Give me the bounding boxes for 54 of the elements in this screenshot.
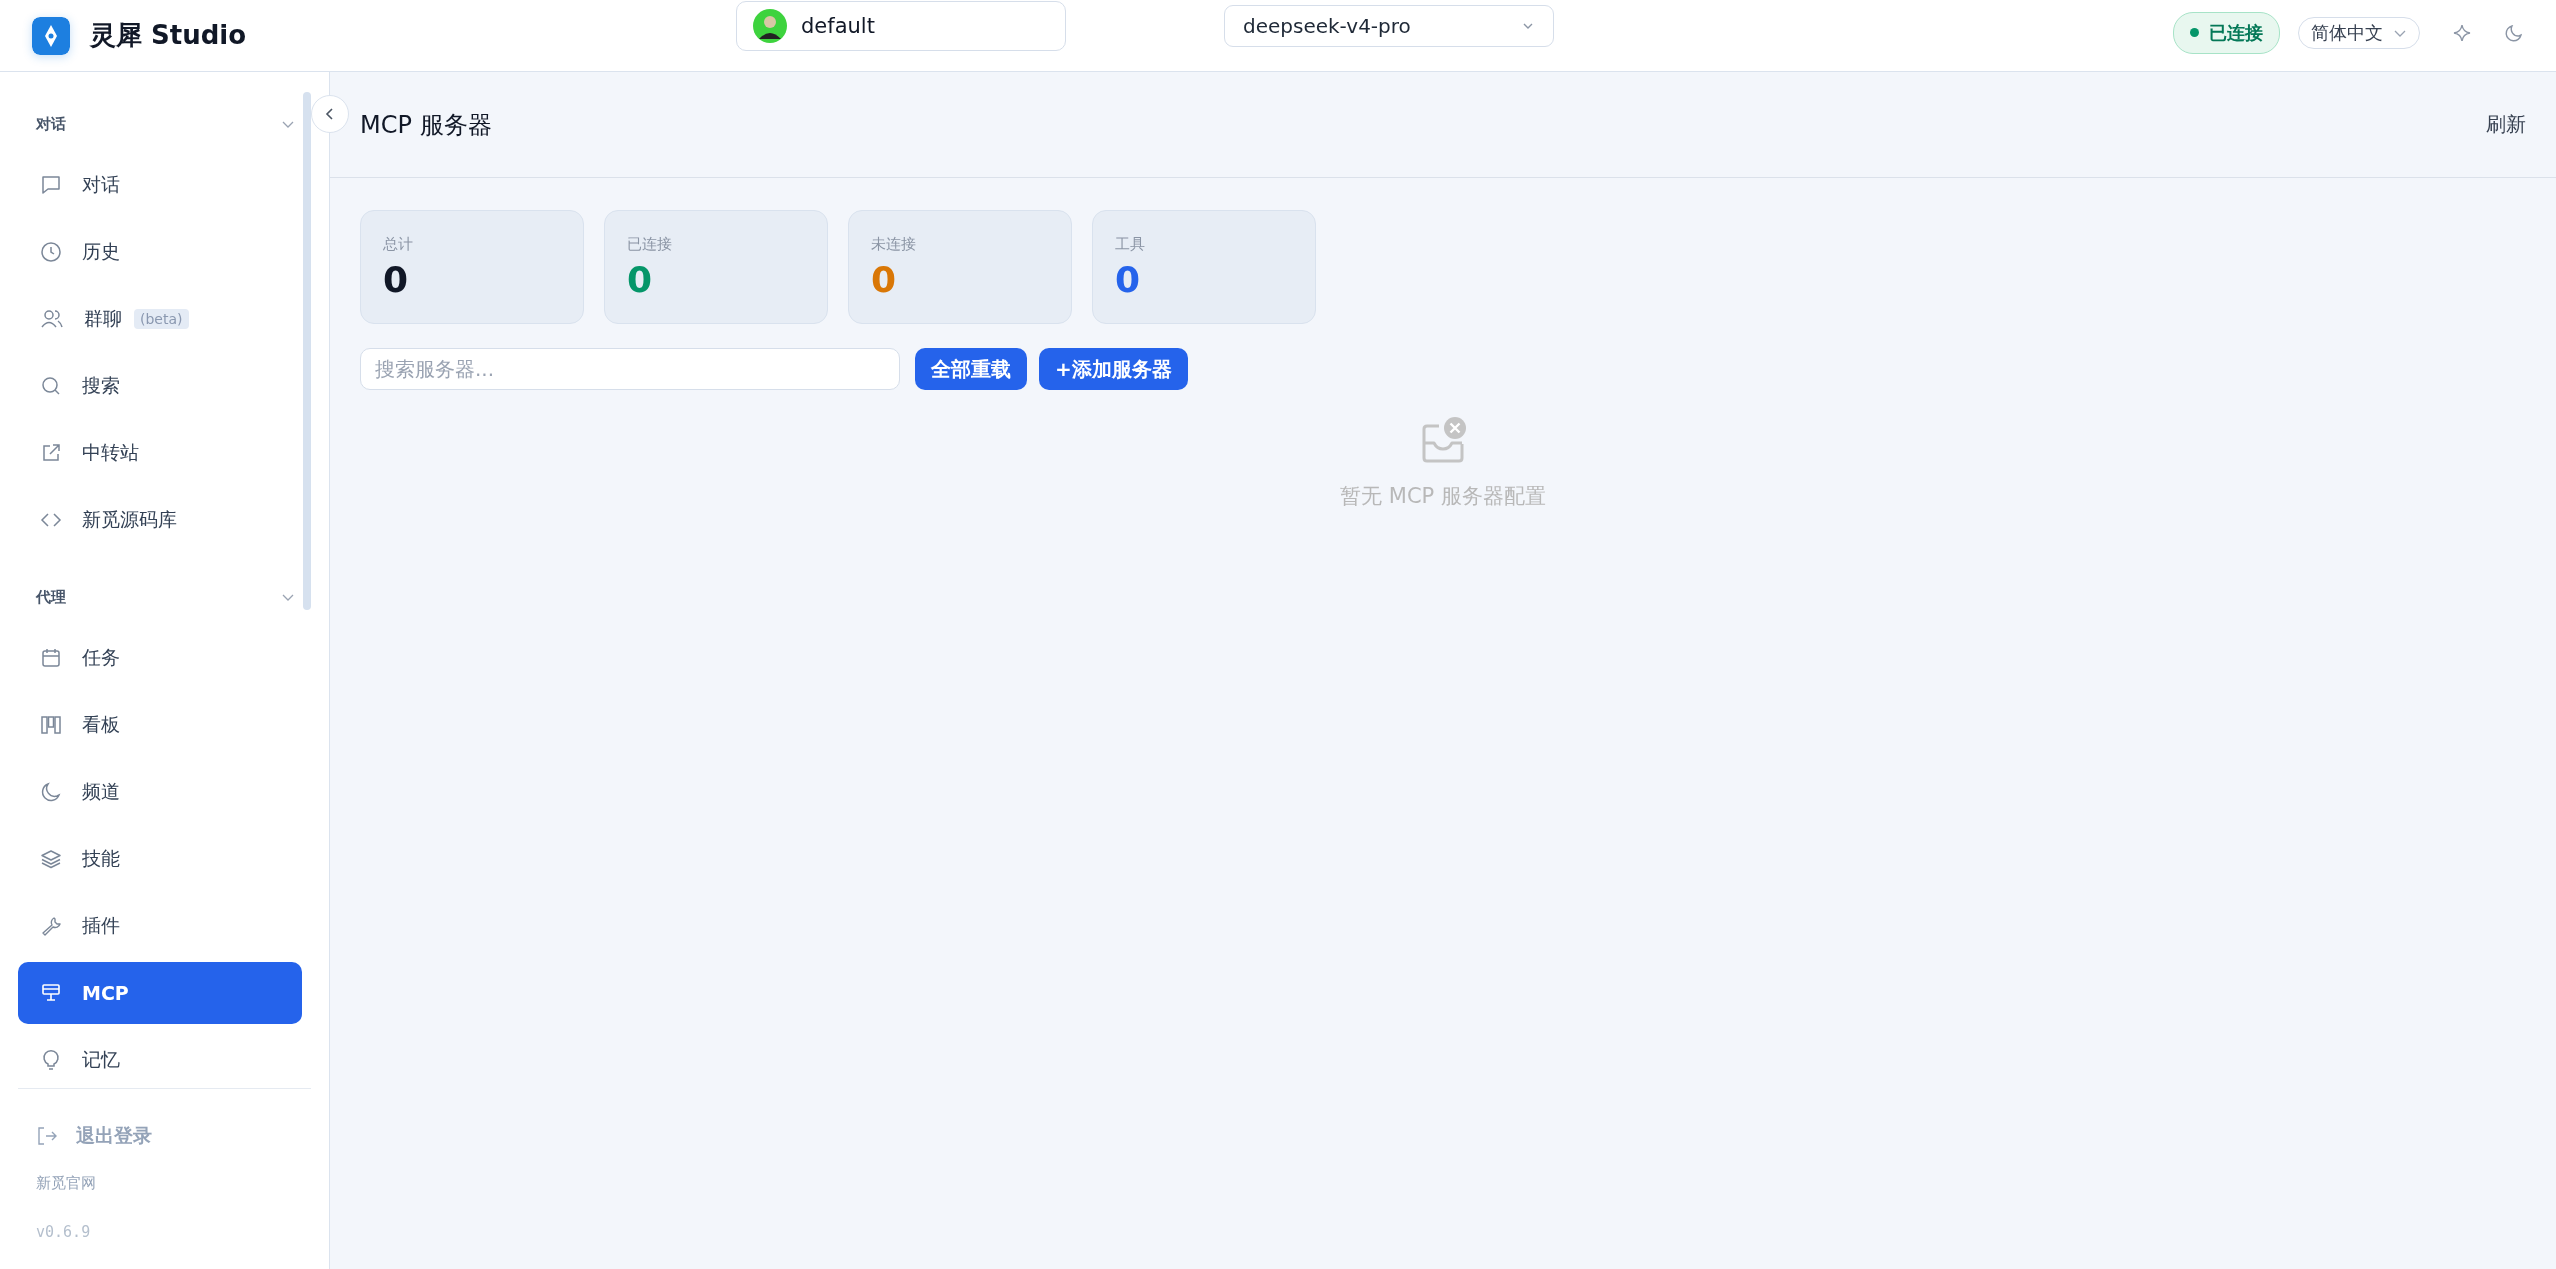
search-icon [40,375,62,397]
stat-label: 总计 [383,235,414,254]
calendar-icon [40,647,62,669]
nav-item[interactable]: 任务 [18,627,302,689]
nav-item[interactable]: 技能 [18,828,302,890]
model-select[interactable]: deepseek-v4-pro [1224,4,1554,47]
layers-icon [40,848,62,870]
nav-item[interactable]: 历史 [18,221,302,283]
wrench-icon [40,915,62,937]
nav-item[interactable]: 对话 [18,154,302,216]
language-select[interactable]: 简体中文 [2298,16,2420,49]
stat-value: 0 [383,262,410,298]
action-button[interactable]: 全部重载 [915,348,1027,390]
clock-icon [40,241,62,263]
profile-selector[interactable]: default [736,0,1066,51]
nav-item[interactable]: 看板 [18,694,302,756]
stat-value: 0 [1115,262,1142,298]
lightbulb-icon [40,1049,62,1071]
action-button[interactable]: +添加服务器 [1039,348,1188,390]
nav-item[interactable]: 插件 [18,895,302,957]
stat-label: 未连接 [871,235,917,254]
nav-item[interactable]: 中转站 [18,422,302,484]
beta-badge: (beta) [134,309,189,329]
nav-item[interactable]: MCP [18,962,302,1024]
nav-item[interactable]: 记忆 [18,1029,302,1088]
scrollbar-thumb[interactable] [303,92,311,610]
stat-label: 工具 [1115,235,1146,254]
nav-item[interactable]: 群聊 (beta) [18,288,302,350]
columns-icon [40,714,62,736]
users-icon [40,308,64,330]
nav-item[interactable]: 频道 [18,761,302,823]
refresh-button[interactable]: 刷新 [2486,105,2526,144]
stat-value: 0 [871,262,898,298]
empty-state-text: 暂无 MCP 服务器配置 [1340,483,1546,510]
connection-status: 已连接 [2173,11,2280,54]
page-title: MCP 服务器 [360,109,492,141]
monitor-icon [40,982,62,1004]
nav-item[interactable]: 搜索 [18,355,302,417]
nav-item[interactable]: 新觅源码库 [18,489,302,551]
sparkle-icon[interactable] [2452,22,2472,43]
stat-value: 0 [627,262,654,298]
stat-label: 已连接 [627,235,673,254]
avatar-icon [753,8,787,43]
section-title: 对话 [36,114,66,134]
logo-icon [32,16,70,55]
chat-bubble-icon [40,174,62,196]
app-name: 灵犀 Studio [90,19,247,52]
version-label: v0.6.9 [36,1223,92,1241]
moon-icon [40,781,62,803]
section-title: 代理 [36,587,66,607]
logout-icon [36,1125,58,1147]
search-field[interactable]: 搜索服务器... [360,348,900,390]
moon-icon[interactable] [2504,22,2524,43]
external-link-icon [40,442,62,464]
